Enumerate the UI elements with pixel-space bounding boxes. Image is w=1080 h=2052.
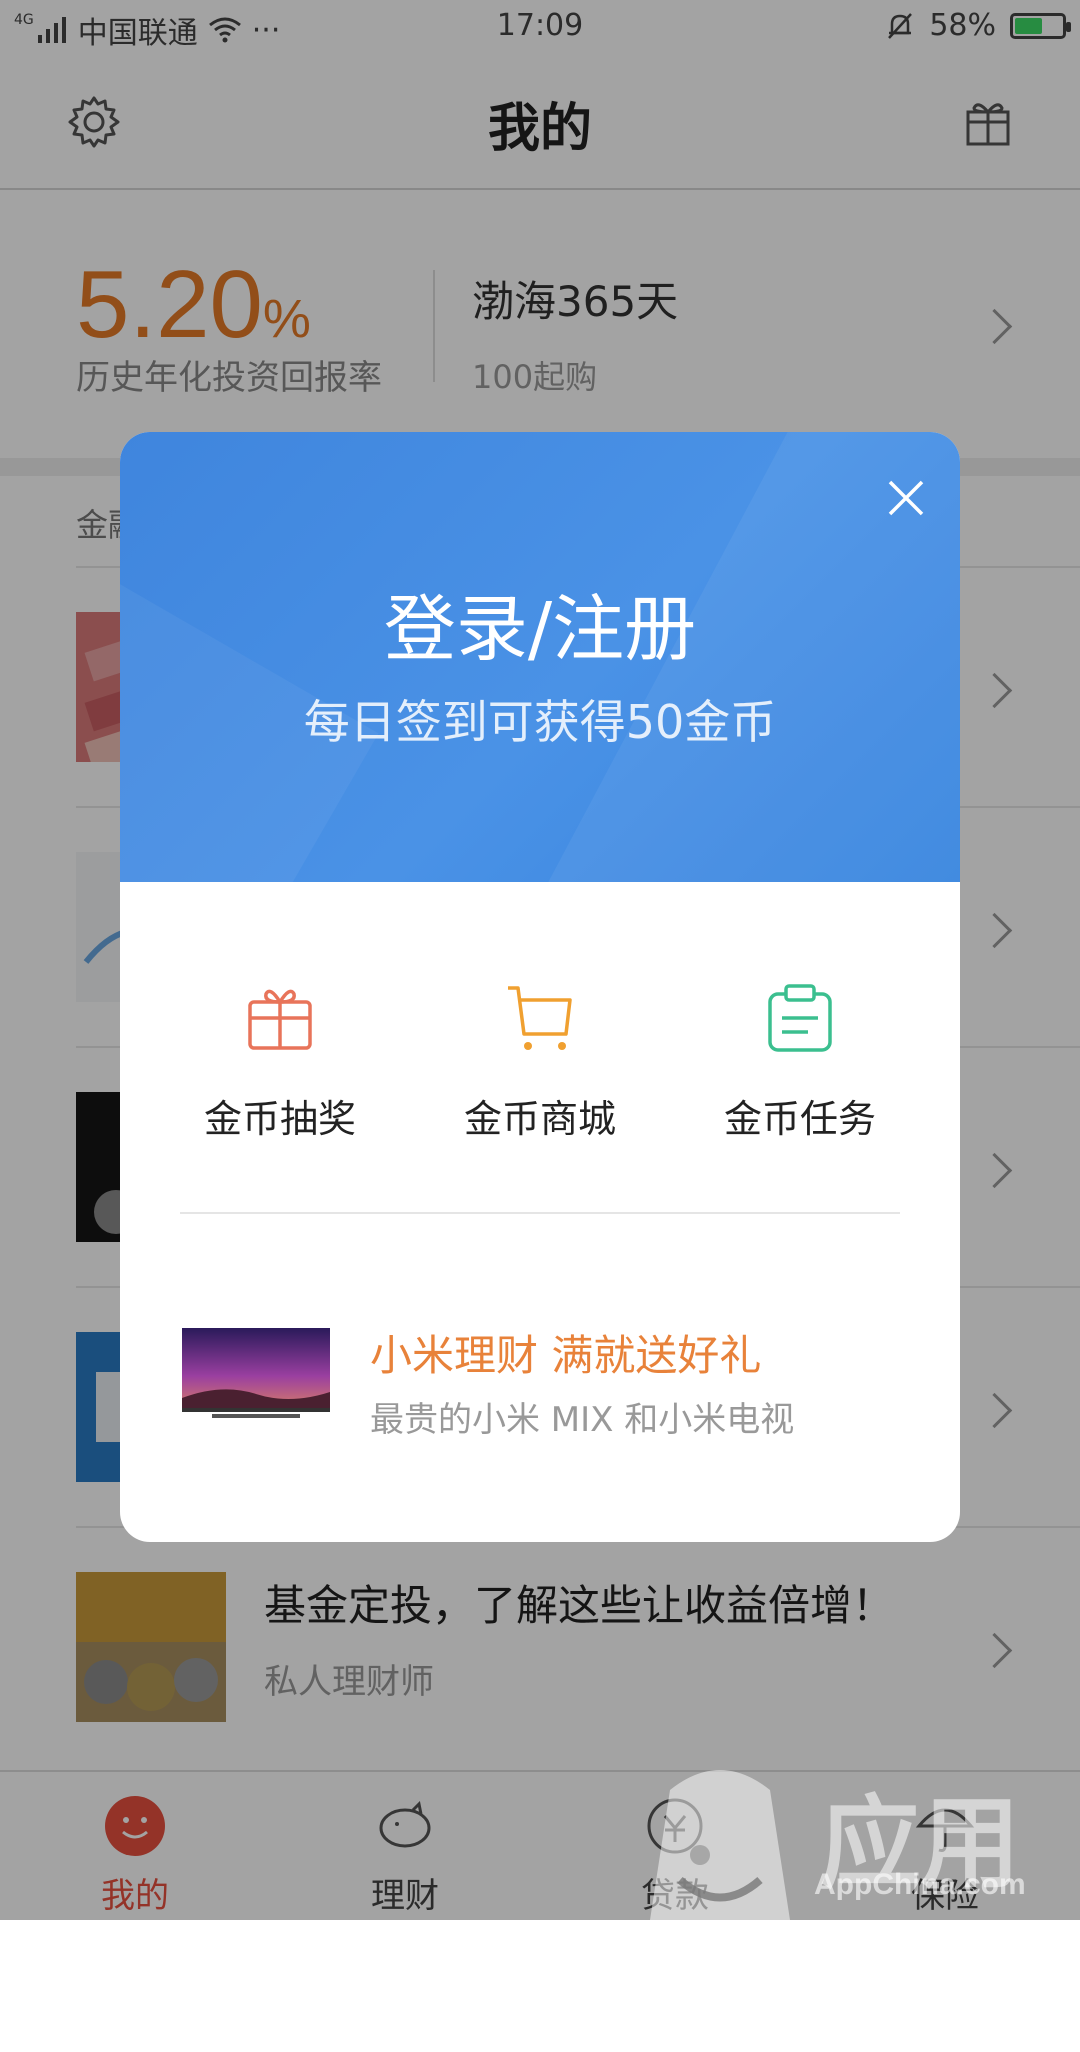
feature-label: 金币任务 <box>723 1097 876 1141</box>
feature-label: 金币抽奖 <box>203 1097 356 1141</box>
clipboard-icon <box>768 984 832 1052</box>
coin-tasks-button[interactable]: 金币任务 <box>660 982 940 1141</box>
watermark-url: AppChina.com <box>814 1868 1026 1901</box>
promo-subtitle: 最贵的小米 MIX 和小米电视 <box>370 1400 795 1440</box>
feature-label: 金币商城 <box>463 1097 616 1141</box>
login-register-title[interactable]: 登录/注册 <box>120 570 960 675</box>
login-modal: 登录/注册 每日签到可获得50金币 金币抽奖 金币商城 金币任务 小米理财 满就… <box>120 432 960 1542</box>
promo-title[interactable]: 小米理财 满就送好礼 <box>370 1322 761 1383</box>
divider <box>180 1212 900 1214</box>
tv-promo-image[interactable] <box>182 1328 330 1424</box>
cart-icon <box>508 986 572 1050</box>
gift-box-icon <box>248 989 312 1050</box>
checkin-subtitle: 每日签到可获得50金币 <box>303 695 777 749</box>
modal-header[interactable]: 登录/注册 每日签到可获得50金币 <box>120 432 960 882</box>
coin-mall-button[interactable]: 金币商城 <box>400 982 680 1141</box>
close-icon[interactable] <box>878 470 934 526</box>
coin-lottery-button[interactable]: 金币抽奖 <box>140 982 420 1141</box>
watermark-text: 应用汇 <box>820 1785 1020 2047</box>
